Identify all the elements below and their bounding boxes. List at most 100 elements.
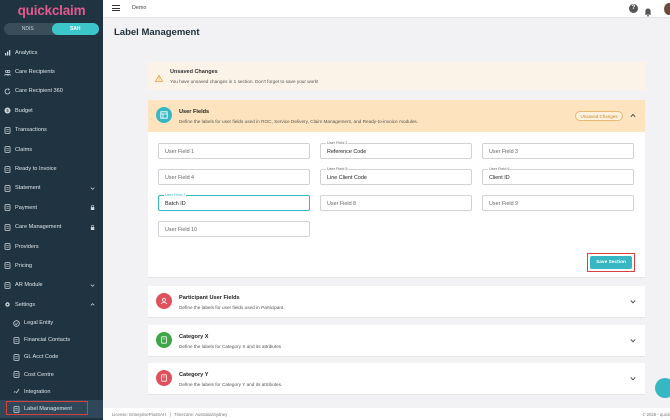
bell-icon[interactable]	[644, 4, 652, 17]
sidebar-item-transactions[interactable]: Transactions	[0, 121, 103, 140]
chevron-down-icon	[90, 282, 96, 289]
footer: License: EnterprisePlusSAH | Timezone: A…	[103, 408, 670, 420]
topbar: Demo ?	[103, 0, 670, 18]
invoice-icon	[4, 165, 11, 173]
field-placeholder: User Field 3	[489, 149, 519, 155]
sidebar-item-ar-module[interactable]: AR Module	[0, 276, 103, 295]
banner-title: Unsaved Changes	[170, 69, 218, 75]
field-value: Reference Code	[327, 149, 367, 155]
user-field-6-input[interactable]: User Field 6 Client ID	[482, 167, 634, 185]
file-icon	[13, 354, 20, 361]
section-header[interactable]: Category Y Define the labels for Category…	[148, 363, 645, 395]
sidebar-item-statement[interactable]: Statement	[0, 179, 103, 198]
menu-icon[interactable]	[112, 5, 120, 11]
section-card-category-y[interactable]: Category Y Define the labels for Category…	[148, 363, 645, 395]
user-fields-header[interactable]: User Fields Define the labels for user f…	[148, 100, 645, 132]
user-field-7-input[interactable]: User Field 7 Batch ID	[158, 193, 310, 211]
sidebar-item-settings[interactable]: Settings	[0, 295, 103, 314]
user-field-4-input[interactable]: User Field 4	[158, 169, 310, 185]
sidebar-item-ready-to-invoice[interactable]: Ready to Invoice	[0, 159, 103, 178]
sidebar-item-payment[interactable]: Payment	[0, 198, 103, 217]
lock-icon	[90, 204, 96, 211]
save-section-button[interactable]: Save Section	[590, 256, 632, 269]
sidebar-item-analytics[interactable]: Analytics	[0, 43, 103, 62]
section-title: Category Y	[179, 372, 209, 378]
category-icon	[156, 332, 172, 348]
breadcrumb[interactable]: Demo	[132, 5, 146, 11]
user-field-3-input[interactable]: User Field 3	[482, 143, 634, 159]
sidebar-item-budget[interactable]: $ Budget	[0, 101, 103, 120]
provider-icon	[4, 243, 11, 250]
participant-icon	[156, 293, 172, 309]
section-header[interactable]: Participant User Fields Define the labels…	[148, 286, 645, 318]
refresh-icon	[4, 88, 11, 95]
chevron-up-icon[interactable]	[630, 113, 636, 118]
file-icon	[13, 371, 20, 378]
chevron-up-icon	[90, 301, 96, 308]
field-label: User Field 5	[326, 167, 349, 172]
sidebar-subitem-label: Integration	[24, 388, 51, 395]
sidebar-item-care-management[interactable]: Care Management	[0, 218, 103, 237]
sidebar-item-claims[interactable]: Claims	[0, 140, 103, 159]
sidebar-item-pricing[interactable]: Pricing	[0, 256, 103, 275]
field-value: Line Client Code	[327, 175, 367, 181]
field-label: User Field 6	[488, 167, 511, 172]
field-label: User Field 2	[326, 141, 349, 146]
program-toggle[interactable]: NDIS SAH	[4, 23, 99, 35]
gear-icon	[4, 301, 11, 308]
section-description: Define the labels for user fields used i…	[179, 305, 285, 310]
field-placeholder: User Field 10	[165, 227, 198, 233]
footer-separator: |	[169, 412, 171, 417]
sidebar-item-providers[interactable]: Providers	[0, 237, 103, 256]
section-title: Category X	[179, 334, 209, 340]
sidebar-item-label: Transactions	[15, 127, 47, 134]
sidebar-item-label: AR Module	[15, 282, 43, 289]
section-card-participant-user-fields[interactable]: Participant User Fields Define the labels…	[148, 286, 645, 318]
sidebar-subitem-financial-contacts[interactable]: Financial Contacts	[0, 332, 103, 349]
analytics-icon	[4, 49, 11, 56]
sidebar-nav: Analytics Care Recipients Care Recipient 3…	[0, 43, 103, 418]
sidebar-subitem-gl-acct-code[interactable]: GL Acct Code	[0, 349, 103, 366]
avatar[interactable]	[664, 3, 670, 15]
user-field-9-input[interactable]: User Field 9	[482, 195, 634, 211]
help-icon[interactable]: ?	[629, 4, 638, 13]
sidebar-subitem-cost-centre[interactable]: Cost Centre	[0, 366, 103, 383]
section-title: Participant User Fields	[179, 295, 240, 301]
section-description: Define the labels for Category Y and its…	[179, 382, 283, 387]
badge-icon	[13, 319, 20, 327]
chevron-down-icon[interactable]	[630, 338, 636, 343]
section-header[interactable]: Category X Define the labels for Category…	[148, 325, 645, 357]
sidebar-subitem-label-management[interactable]: Label Management	[0, 400, 103, 418]
page-title: Label Management	[114, 27, 200, 38]
toggle-sah[interactable]: SAH	[51, 23, 99, 35]
logo: quickclaim	[17, 3, 86, 18]
sidebar-subitem-integration[interactable]: Integration	[0, 383, 103, 400]
chevron-down-icon[interactable]	[630, 299, 636, 304]
chat-fab[interactable]	[655, 378, 670, 398]
section-card-category-x[interactable]: Category X Define the labels for Category…	[148, 325, 645, 357]
sidebar-item-label: Care Management	[15, 224, 62, 231]
link-icon	[13, 388, 20, 395]
sidebar-item-care-recipient-360[interactable]: Care Recipient 360	[0, 82, 103, 101]
unsaved-banner: Unsaved Changes You have unsaved changes…	[148, 62, 645, 90]
sidebar-item-label: Providers	[15, 243, 39, 250]
user-field-8-input[interactable]: User Field 8	[320, 195, 472, 211]
field-placeholder: User Field 4	[165, 175, 195, 181]
user-field-2-input[interactable]: User Field 2 Reference Code	[320, 141, 472, 159]
toggle-ndis[interactable]: NDIS	[4, 23, 52, 35]
sidebar-item-care-recipients[interactable]: Care Recipients	[0, 62, 103, 81]
receipt-icon	[4, 146, 11, 153]
statement-icon	[4, 185, 11, 192]
document-icon	[4, 126, 11, 134]
user-fields-card: User Fields Define the labels for user f…	[148, 100, 645, 278]
sidebar-subitem-legal-entity[interactable]: Legal Entity	[0, 314, 103, 331]
field-label: User Field 7	[164, 193, 187, 198]
unsaved-badge: Unsaved Changes	[575, 111, 623, 121]
sidebar-item-label: Analytics	[15, 49, 38, 56]
user-field-10-input[interactable]: User Field 10	[158, 221, 310, 237]
category-icon	[156, 370, 172, 386]
user-field-5-input[interactable]: User Field 5 Line Client Code	[320, 167, 472, 185]
chevron-down-icon[interactable]	[630, 376, 636, 381]
user-field-1-input[interactable]: User Field 1	[158, 143, 310, 159]
sidebar-subitem-label: Financial Contacts	[24, 337, 71, 344]
